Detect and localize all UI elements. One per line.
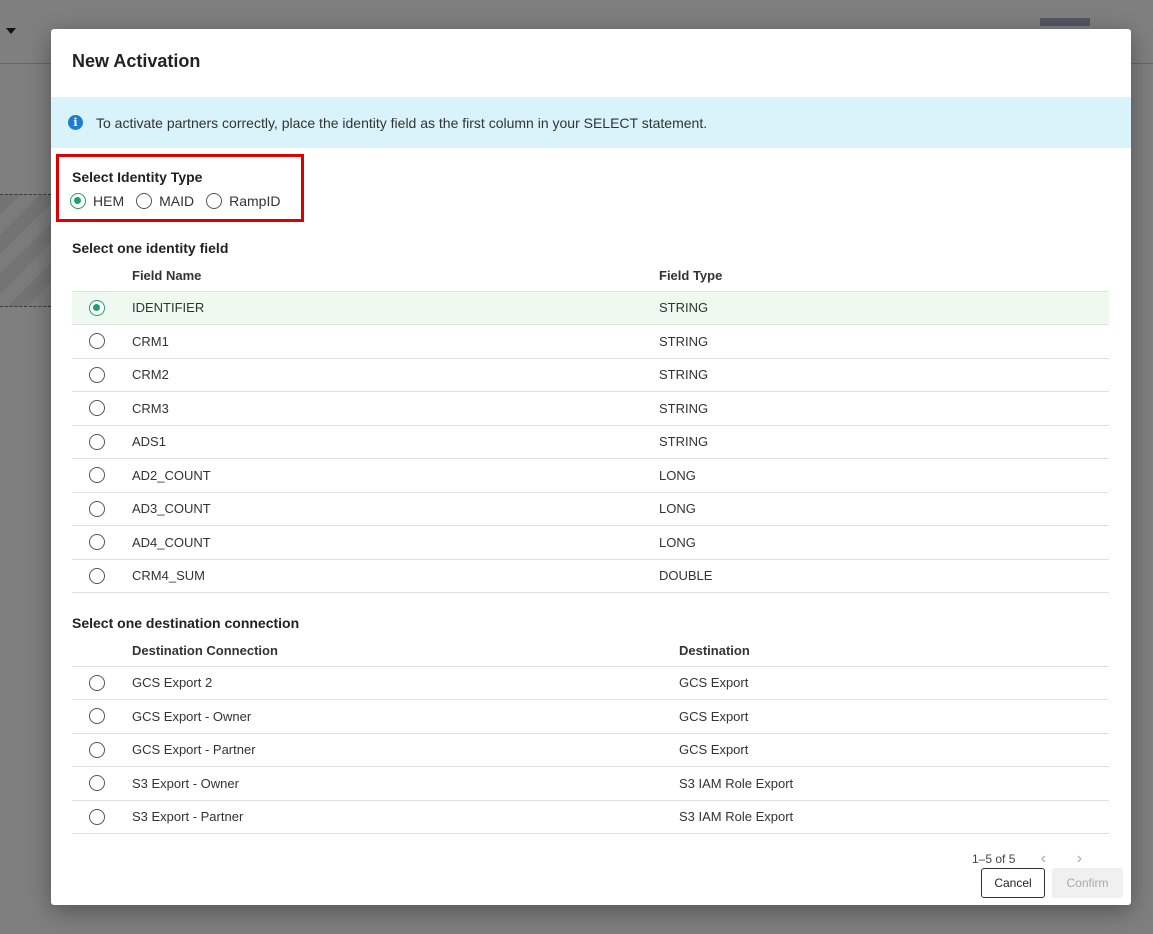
info-banner: i To activate partners correctly, place … — [51, 97, 1131, 148]
destination-name: S3 IAM Role Export — [679, 800, 1109, 834]
row-radio[interactable] — [89, 433, 105, 450]
field-name-header: Field Name — [132, 260, 659, 292]
new-activation-dialog: New Activation i To activate partners co… — [51, 29, 1131, 905]
identity-option-label: RampID — [229, 193, 281, 209]
destination-table: Destination Connection Destination GCS E… — [72, 635, 1109, 834]
field-name: AD2_COUNT — [132, 458, 659, 493]
destination-connection: S3 Export - Partner — [132, 800, 679, 834]
field-name: CRM1 — [132, 324, 659, 359]
table-row[interactable]: GCS Export 2 GCS Export — [72, 666, 1109, 700]
field-name: ADS1 — [132, 425, 659, 459]
destination-connection: GCS Export - Owner — [132, 699, 679, 734]
field-name: AD4_COUNT — [132, 525, 659, 560]
identity-option-label: MAID — [159, 193, 195, 209]
identity-option-rampid[interactable]: RampID — [206, 193, 280, 209]
destination-title: Select one destination connection — [72, 615, 300, 631]
radio-maid[interactable] — [136, 193, 153, 209]
identity-option-hem[interactable]: HEM — [70, 193, 124, 209]
pagination: 1–5 of 5 ‹ › — [972, 850, 1087, 868]
identity-field-table: Field Name Field Type IDENTIFIER STRING … — [72, 260, 1109, 593]
identity-type-options: HEM MAID RampID — [70, 193, 292, 209]
table-row[interactable]: GCS Export - Owner GCS Export — [72, 699, 1109, 734]
identity-field-title: Select one identity field — [72, 240, 229, 256]
destination-connection: GCS Export - Partner — [132, 733, 679, 767]
row-radio[interactable] — [89, 500, 105, 517]
row-radio[interactable] — [89, 674, 105, 691]
row-radio[interactable] — [89, 534, 105, 551]
row-radio[interactable] — [89, 775, 105, 792]
field-type: STRING — [659, 425, 1109, 459]
row-radio[interactable] — [89, 299, 105, 316]
destination-connection-header: Destination Connection — [132, 635, 679, 667]
info-icon: i — [68, 115, 83, 130]
table-header-row: Destination Connection Destination — [72, 635, 1109, 667]
table-row[interactable]: CRM3 STRING — [72, 391, 1109, 426]
table-header-row: Field Name Field Type — [72, 260, 1109, 292]
pagination-range: 1–5 of 5 — [972, 852, 1016, 866]
info-banner-text: To activate partners correctly, place th… — [96, 114, 708, 131]
field-type: STRING — [659, 324, 1109, 359]
row-radio[interactable] — [89, 400, 105, 417]
table-row[interactable]: AD4_COUNT LONG — [72, 525, 1109, 560]
row-radio[interactable] — [89, 467, 105, 484]
row-radio[interactable] — [89, 708, 105, 725]
row-radio[interactable] — [89, 333, 105, 350]
row-radio[interactable] — [89, 741, 105, 758]
chevron-right-icon[interactable]: › — [1071, 850, 1087, 868]
destination-connection: S3 Export - Owner — [132, 766, 679, 801]
destination-name: S3 IAM Role Export — [679, 766, 1109, 801]
select-column-header — [72, 260, 132, 292]
destination-name: GCS Export — [679, 699, 1109, 734]
confirm-button[interactable]: Confirm — [1052, 868, 1123, 898]
field-type: STRING — [659, 291, 1109, 325]
table-row[interactable]: CRM1 STRING — [72, 324, 1109, 359]
field-name: CRM2 — [132, 358, 659, 392]
field-type: LONG — [659, 492, 1109, 526]
row-radio[interactable] — [89, 366, 105, 383]
field-type: LONG — [659, 525, 1109, 560]
destination-name: GCS Export — [679, 666, 1109, 700]
field-type-header: Field Type — [659, 260, 1109, 292]
identity-option-label: HEM — [93, 193, 125, 209]
table-row[interactable]: ADS1 STRING — [72, 425, 1109, 459]
table-row[interactable]: S3 Export - Owner S3 IAM Role Export — [72, 766, 1109, 801]
destination-name: GCS Export — [679, 733, 1109, 767]
destination-connection: GCS Export 2 — [132, 666, 679, 700]
cancel-button[interactable]: Cancel — [981, 868, 1045, 898]
identity-type-title: Select Identity Type — [72, 169, 203, 185]
radio-rampid[interactable] — [206, 193, 223, 209]
row-radio[interactable] — [89, 808, 105, 825]
table-row[interactable]: AD3_COUNT LONG — [72, 492, 1109, 526]
table-row[interactable]: CRM4_SUM DOUBLE — [72, 559, 1109, 593]
dialog-title: New Activation — [72, 51, 201, 71]
table-row[interactable]: CRM2 STRING — [72, 358, 1109, 392]
destination-header: Destination — [679, 635, 1109, 667]
row-radio[interactable] — [89, 567, 105, 584]
chevron-left-icon[interactable]: ‹ — [1035, 850, 1051, 868]
table-row[interactable]: GCS Export - Partner GCS Export — [72, 733, 1109, 767]
field-type: LONG — [659, 458, 1109, 493]
table-row[interactable]: IDENTIFIER STRING — [72, 291, 1109, 325]
identity-option-maid[interactable]: MAID — [136, 193, 194, 209]
identity-type-group: Select Identity Type HEM MAID RampID — [56, 154, 304, 222]
table-row[interactable]: S3 Export - Partner S3 IAM Role Export — [72, 800, 1109, 834]
field-name: CRM3 — [132, 391, 659, 426]
select-column-header — [72, 635, 132, 667]
field-type: STRING — [659, 391, 1109, 426]
field-name: IDENTIFIER — [132, 291, 659, 325]
table-row[interactable]: AD2_COUNT LONG — [72, 458, 1109, 493]
radio-hem[interactable] — [70, 193, 86, 209]
field-name: AD3_COUNT — [132, 492, 659, 526]
field-name: CRM4_SUM — [132, 559, 659, 593]
field-type: DOUBLE — [659, 559, 1109, 593]
field-type: STRING — [659, 358, 1109, 392]
